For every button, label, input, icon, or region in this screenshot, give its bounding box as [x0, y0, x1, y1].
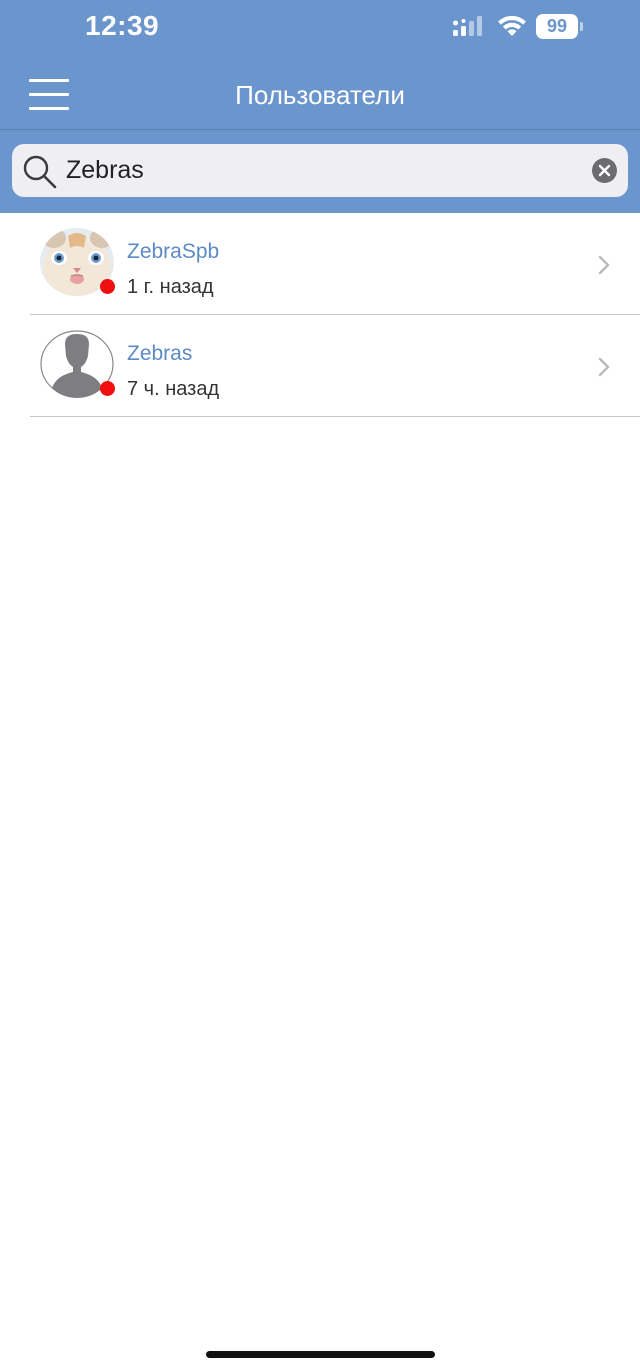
- user-name: ZebraSpb: [127, 240, 220, 263]
- last-seen: 1 г. назад: [127, 276, 214, 298]
- chevron-right-icon: [598, 255, 610, 275]
- search-icon: [23, 155, 57, 189]
- battery-tip: [580, 22, 583, 31]
- user-row[interactable]: ZebraSpb 1 г. назад: [0, 213, 640, 315]
- battery-icon: 99: [536, 14, 584, 39]
- signal-icon: [453, 16, 482, 36]
- chevron-right-icon: [598, 357, 610, 377]
- last-seen: 7 ч. назад: [127, 378, 220, 400]
- status-dot: [100, 381, 115, 396]
- page-title: Пользователи: [235, 80, 405, 110]
- wifi-icon: [498, 15, 526, 36]
- home-indicator[interactable]: [206, 1351, 435, 1358]
- status-dot: [100, 279, 115, 294]
- nav-divider: [0, 129, 640, 130]
- user-name: Zebras: [127, 342, 193, 365]
- battery-level: 99: [536, 14, 578, 39]
- status-bar: 12:39 99: [0, 0, 640, 56]
- row-divider: [30, 416, 640, 417]
- navigation-bar: Пользователи: [0, 56, 640, 130]
- header-area: 12:39 99 Пользователи: [0, 0, 640, 213]
- search-input[interactable]: [66, 150, 586, 190]
- user-list: ZebraSpb 1 г. назад Zebras 7 ч. назад: [0, 213, 640, 417]
- user-row[interactable]: Zebras 7 ч. назад: [0, 315, 640, 417]
- clear-icon[interactable]: [592, 158, 617, 183]
- search-bar[interactable]: [12, 144, 628, 197]
- status-time: 12:39: [85, 10, 160, 41]
